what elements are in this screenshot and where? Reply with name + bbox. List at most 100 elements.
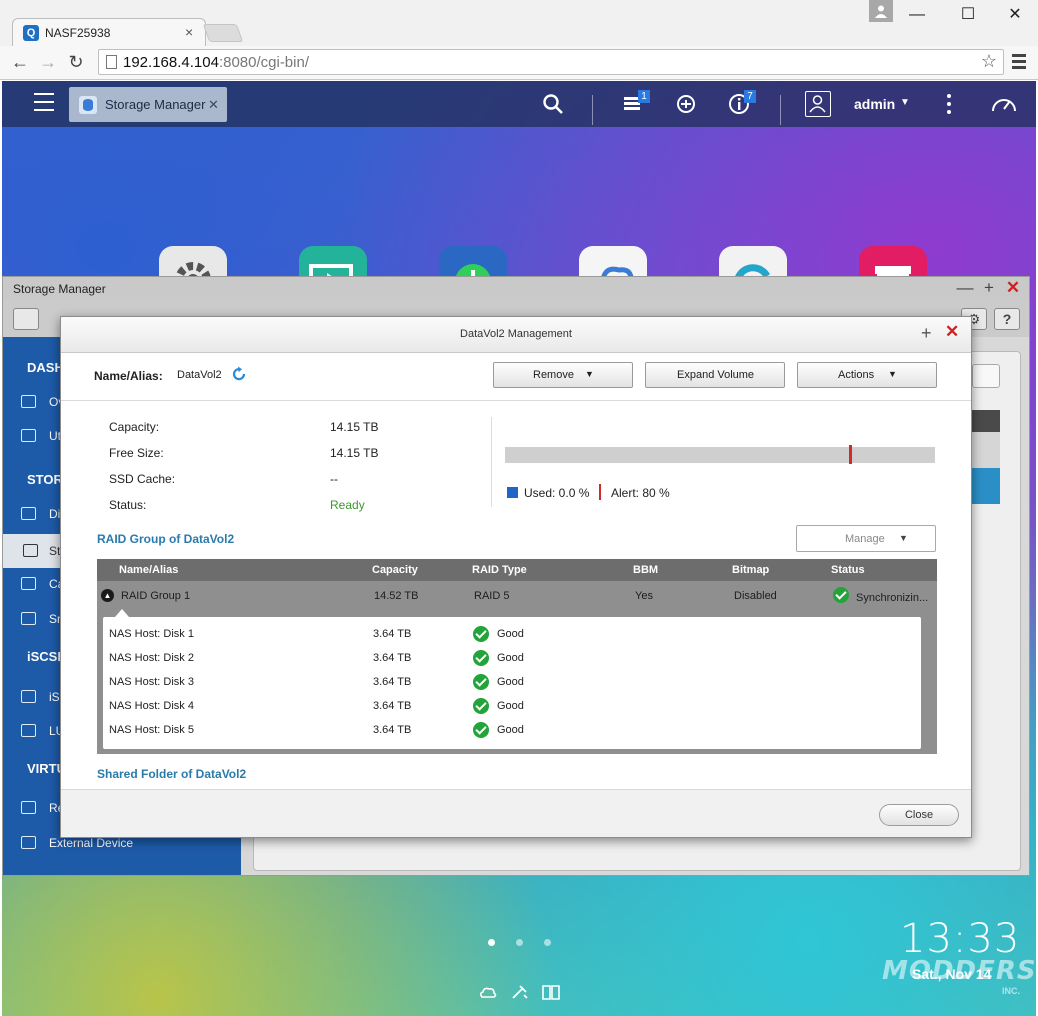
check-icon [473, 698, 489, 714]
user-menu-label[interactable]: admin [854, 96, 895, 112]
chevron-down-icon: ▼ [899, 533, 908, 543]
tab-close-icon[interactable]: × [185, 24, 193, 40]
address-bar[interactable]: 192.168.4.104:8080/cgi-bin/ ☆ [98, 49, 1004, 75]
dialog-close-icon[interactable]: ✕ [945, 322, 959, 342]
name-alias-value: DataVol2 [177, 369, 222, 381]
window-maximize-icon[interactable]: + [980, 278, 998, 298]
raid-group-row[interactable]: ▲ RAID Group 1 14.52 TB RAID 5 Yes Disab… [97, 581, 937, 613]
content-selected-row-strip [972, 468, 1000, 504]
desktop-page-dot[interactable] [516, 939, 523, 946]
cloud-dock-icon[interactable] [478, 983, 498, 1001]
tab-title: NASF25938 [45, 26, 111, 40]
column-header-capacity[interactable]: Capacity [372, 564, 418, 576]
column-header-raid-type[interactable]: RAID Type [472, 564, 527, 576]
capacity-value: 14.15 TB [330, 420, 379, 434]
browser-tab[interactable]: Q NASF25938 × [12, 18, 206, 46]
chevron-down-icon[interactable]: ▼ [900, 97, 910, 108]
bookmark-star-icon[interactable]: ☆ [981, 51, 997, 72]
watermark-sub: INC. [1002, 986, 1020, 996]
tasks-badge: 1 [638, 90, 650, 103]
name-alias-label: Name/Alias: [94, 369, 163, 383]
taskbar-storage-manager[interactable]: Storage Manager ✕ [69, 87, 227, 122]
list-item[interactable]: NAS Host: Disk 2 3.64 TB Good [103, 646, 921, 670]
window-minimize-icon[interactable]: — [956, 278, 974, 298]
profile-icon[interactable] [869, 0, 893, 22]
browser-menu-icon[interactable] [1012, 54, 1026, 72]
view-toggle-icon[interactable] [13, 308, 39, 330]
expand-volume-button[interactable]: Expand Volume [645, 362, 785, 388]
ssd-cache-value: -- [330, 472, 338, 486]
column-header-status[interactable]: Status [831, 564, 865, 576]
desktop-page-dot[interactable] [488, 939, 495, 946]
external-device-icon [21, 836, 36, 849]
column-header-bbm[interactable]: BBM [633, 564, 658, 576]
column-header-name[interactable]: Name/Alias [119, 564, 178, 576]
manage-button[interactable]: Manage ▼ [796, 525, 936, 552]
separator [780, 95, 781, 125]
back-icon[interactable]: ← [10, 52, 30, 72]
list-item[interactable]: NAS Host: Disk 3 3.64 TB Good [103, 670, 921, 694]
chevron-down-icon: ▼ [888, 369, 897, 379]
raid-group-table: Name/Alias Capacity RAID Type BBM Bitmap… [97, 559, 937, 754]
alert-legend-label: Alert: 80 % [611, 486, 670, 500]
remote-disk-icon [21, 801, 36, 814]
iscsi-icon [21, 690, 36, 703]
desktop-clock: 13:33 [900, 916, 1021, 962]
usage-bar [505, 445, 935, 464]
events-badge: 7 [744, 90, 756, 103]
list-item[interactable]: NAS Host: Disk 1 3.64 TB Good [103, 622, 921, 646]
free-size-value: 14.15 TB [330, 446, 379, 460]
status-label: Status: [109, 498, 147, 512]
dialog-maximize-icon[interactable]: + [921, 323, 932, 344]
desktop-page-dot[interactable] [544, 939, 551, 946]
list-item[interactable]: NAS Host: Disk 4 3.64 TB Good [103, 694, 921, 718]
status-value: Ready [330, 498, 365, 512]
list-item[interactable]: NAS Host: Disk 5 3.64 TB Good [103, 718, 921, 742]
used-legend-label: Used: 0.0 % [524, 486, 590, 500]
external-device-icon[interactable] [674, 93, 696, 115]
refresh-icon[interactable] [231, 366, 247, 382]
alert-legend-swatch [599, 484, 601, 500]
actions-button[interactable]: Actions ▼ [797, 362, 937, 388]
dialog-header[interactable]: DataVol2 Management + ✕ [61, 317, 971, 353]
raid-group-bitmap: Disabled [734, 590, 777, 602]
dashboard-gauge-icon[interactable] [990, 93, 1018, 115]
tools-dock-icon[interactable] [510, 983, 530, 1001]
minimize-icon[interactable]: — [902, 4, 932, 26]
main-menu-icon[interactable] [34, 93, 54, 117]
qnap-favicon-icon: Q [23, 25, 39, 41]
remove-button[interactable]: Remove ▼ [493, 362, 633, 388]
reload-icon[interactable]: ↻ [66, 52, 86, 72]
check-icon [473, 722, 489, 738]
window-close-icon[interactable]: ✕ [1004, 278, 1022, 298]
taskbar-close-icon[interactable]: ✕ [208, 97, 219, 113]
overview-icon [21, 395, 36, 408]
window-titlebar[interactable]: Storage Manager — + ✕ [3, 277, 1029, 299]
desktop-date: Sat., Nov 14 [912, 966, 992, 982]
user-avatar-icon[interactable] [805, 91, 831, 117]
maximize-icon[interactable]: ☐ [953, 4, 983, 26]
url-text: 192.168.4.104:8080/cgi-bin/ [123, 54, 309, 71]
search-icon[interactable] [542, 93, 564, 115]
help-icon[interactable]: ? [994, 308, 1020, 330]
window-close-icon[interactable]: ✕ [1000, 4, 1030, 26]
content-row-strip [972, 432, 1000, 468]
content-button[interactable] [972, 364, 1000, 388]
collapse-icon[interactable]: ▲ [101, 589, 114, 602]
column-header-bitmap[interactable]: Bitmap [732, 564, 769, 576]
background-tasks-icon[interactable]: 1 [622, 90, 650, 115]
expand-pointer [115, 609, 129, 617]
event-notification-icon[interactable]: 7 [728, 90, 756, 115]
close-button[interactable]: Close [879, 804, 959, 826]
dialog-title: DataVol2 Management [460, 328, 572, 340]
raid-group-bbm: Yes [635, 590, 653, 602]
divider [491, 417, 492, 507]
more-options-icon[interactable] [947, 94, 951, 118]
disk-icon [21, 507, 36, 520]
book-dock-icon[interactable] [541, 983, 561, 1001]
browser-toolbar: ← → ↻ 192.168.4.104:8080/cgi-bin/ ☆ [0, 46, 1038, 80]
new-tab-button[interactable] [202, 24, 244, 42]
forward-icon[interactable]: → [38, 52, 58, 72]
storage-space-icon [23, 544, 38, 557]
content-header-strip [972, 410, 1000, 432]
